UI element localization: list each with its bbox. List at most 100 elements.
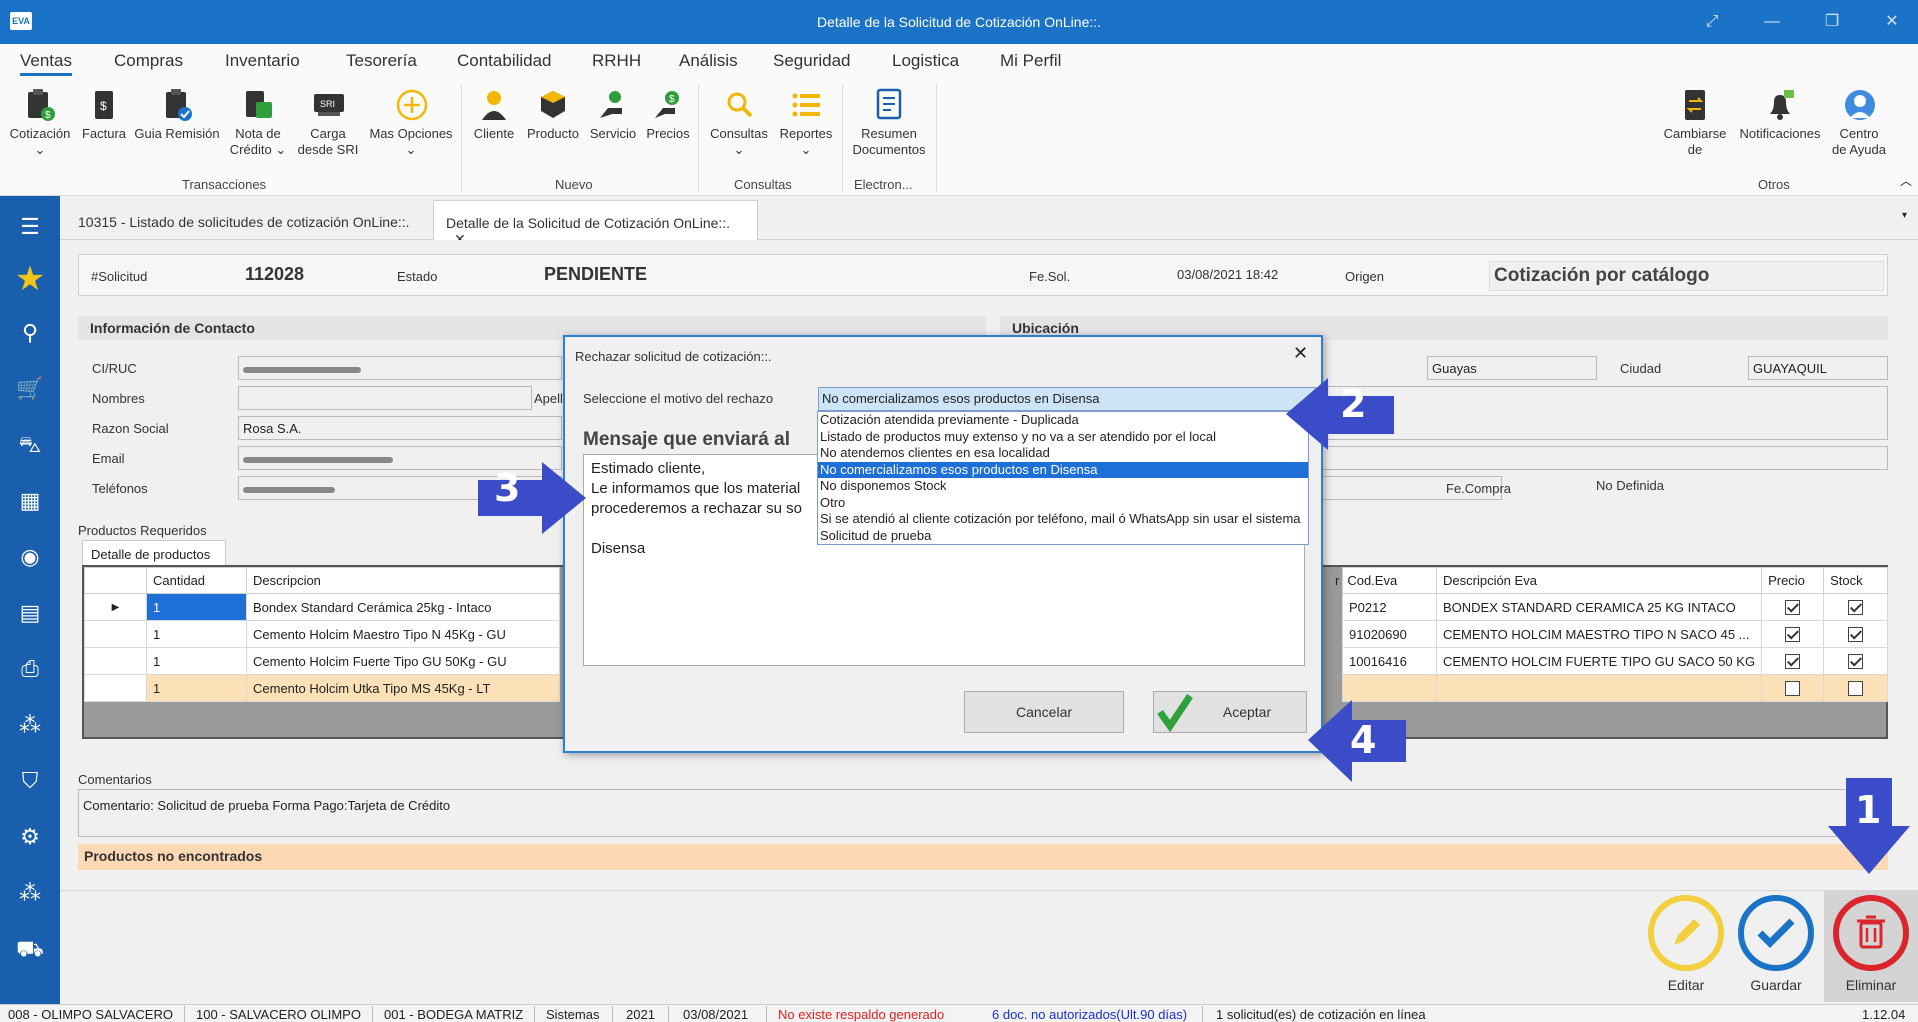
col-descripcion-eva[interactable]: Descripción Eva <box>1435 567 1763 594</box>
cell-cod[interactable]: P0212 <box>1342 593 1437 621</box>
money-icon[interactable]: ◉ <box>12 540 48 574</box>
cell-descripcion[interactable]: Cemento Holcim Maestro Tipo N 45Kg - GU <box>246 620 560 648</box>
stock-checkbox[interactable] <box>1848 600 1864 616</box>
hamburger-menu-icon[interactable]: ☰ <box>12 210 48 244</box>
cash-register-icon[interactable]: ⎙ <box>12 652 48 686</box>
cell-desc-eva[interactable]: CEMENTO HOLCIM MAESTRO TIPO N SACO 45 ..… <box>1435 620 1763 648</box>
menu-rrhh[interactable]: RRHH <box>592 51 641 71</box>
table-row[interactable] <box>1342 674 1888 702</box>
motivo-select[interactable]: No comercializamos esos productos en Dis… <box>818 387 1316 411</box>
cell-descripcion[interactable]: Cemento Holcim Fuerte Tipo GU 50Kg - GU <box>246 647 560 675</box>
eliminar-button[interactable]: Eliminar <box>1824 895 1918 993</box>
basket-icon[interactable]: ⛍ <box>12 428 48 462</box>
motivo-option[interactable]: Solicitud de prueba <box>818 528 1308 545</box>
resumen-documentos-button[interactable]: Resumen Documentos <box>848 88 930 158</box>
stock-checkbox[interactable] <box>1848 654 1864 670</box>
precio-checkbox[interactable] <box>1785 600 1801 616</box>
network-icon[interactable]: ⁂ <box>12 876 48 910</box>
motivo-option-selected[interactable]: No comercializamos esos productos en Dis… <box>818 461 1308 478</box>
table-row[interactable]: P0212 BONDEX STANDARD CERAMICA 25 KG INTA… <box>1342 593 1888 621</box>
cancelar-button[interactable]: Cancelar <box>964 691 1124 733</box>
cliente-button[interactable]: Cliente <box>466 88 522 142</box>
cell-desc-eva[interactable]: CEMENTO HOLCIM FUERTE TIPO GU SACO 50 KG <box>1435 647 1763 675</box>
menu-seguridad[interactable]: Seguridad <box>773 51 851 71</box>
money-search-icon[interactable]: ⚲ <box>12 316 48 350</box>
close-window-button[interactable]: ✕ <box>1872 10 1912 34</box>
table-row[interactable]: 1 Cemento Holcim Fuerte Tipo GU 50Kg - GU <box>84 647 560 675</box>
menu-contabilidad[interactable]: Contabilidad <box>457 51 552 71</box>
motivo-option[interactable]: Otro <box>818 495 1308 512</box>
tab-listado[interactable]: 10315 - Listado de solicitudes de cotiza… <box>66 200 436 240</box>
tabs-dropdown-icon[interactable]: ▾ <box>1902 210 1907 221</box>
motivo-option[interactable]: No disponemos Stock <box>818 478 1308 495</box>
dialog-close-icon[interactable]: ✕ <box>1293 343 1308 364</box>
cell-desc-eva[interactable] <box>1435 674 1763 702</box>
table-row[interactable]: ▶ 1 Bondex Standard Cerámica 25kg - Intaco <box>84 593 560 621</box>
comentarios-field[interactable]: Comentario: Solicitud de prueba Forma Pa… <box>78 789 1888 837</box>
table-row[interactable]: 1 Cemento Holcim Maestro Tipo N 45Kg - GU <box>84 620 560 648</box>
menu-analisis[interactable]: Análisis <box>679 51 738 71</box>
consultas-button[interactable]: Consultas ⌄ <box>704 88 774 158</box>
status-no-autorizados[interactable]: 6 doc. no autorizados(Ult.90 días) <box>992 1007 1187 1022</box>
cell-cod[interactable]: 91020690 <box>1342 620 1437 648</box>
settings-hand-icon[interactable]: ⚙ <box>12 820 48 854</box>
calculator2-icon[interactable]: ▤ <box>12 596 48 630</box>
col-precio[interactable]: Precio <box>1761 567 1825 594</box>
menu-inventario[interactable]: Inventario <box>225 51 300 71</box>
cotizacion-button[interactable]: $ Cotización ⌄ <box>6 88 74 158</box>
table-row[interactable]: 1 Cemento Holcim Utka Tipo MS 45Kg - LT <box>84 674 560 702</box>
status-solicitudes[interactable]: 1 solicitud(es) de cotización en línea <box>1216 1007 1426 1022</box>
fullscreen-icon[interactable]: ⤢ <box>1692 10 1732 34</box>
motivo-option[interactable]: Cotización atendida previamente - Duplic… <box>818 412 1308 429</box>
menu-logistica[interactable]: Logistica <box>892 51 959 71</box>
factura-button[interactable]: $ Factura <box>76 88 132 142</box>
nota-credito-button[interactable]: Nota de Crédito ⌄ <box>222 88 294 158</box>
table-row[interactable]: 10016416 CEMENTO HOLCIM FUERTE TIPO GU SA… <box>1342 647 1888 675</box>
delivery-truck-icon[interactable]: ⛟ <box>12 932 48 966</box>
mas-opciones-button[interactable]: Mas Opciones ⌄ <box>366 88 456 158</box>
cambiarse-de-button[interactable]: Cambiarse de <box>1658 88 1732 158</box>
shield-icon[interactable]: ⛉ <box>12 764 48 798</box>
guardar-button[interactable]: Guardar <box>1730 895 1822 993</box>
status-respaldo[interactable]: No existe respaldo generado <box>778 1007 944 1022</box>
motivo-option[interactable]: Si se atendió al cliente cotización por … <box>818 511 1308 528</box>
motivo-option[interactable]: No atendemos clientes en esa localidad <box>818 445 1308 462</box>
org-chart-icon[interactable]: ⁂ <box>12 708 48 742</box>
col-stock[interactable]: Stock <box>1823 567 1888 594</box>
menu-mi-perfil[interactable]: Mi Perfil <box>1000 51 1061 71</box>
cell-cantidad[interactable]: 1 <box>146 674 247 702</box>
centro-ayuda-button[interactable]: Centro de Ayuda <box>1826 88 1892 158</box>
tab-detalle[interactable]: Detalle de la Solicitud de Cotización On… <box>433 200 758 247</box>
tab-detalle-productos[interactable]: Detalle de productos <box>82 540 226 566</box>
menu-compras[interactable]: Compras <box>114 51 183 71</box>
calculator-icon[interactable]: ▦ <box>12 484 48 518</box>
stock-checkbox[interactable] <box>1848 627 1864 643</box>
col-cantidad[interactable]: Cantidad <box>146 567 247 594</box>
carga-sri-button[interactable]: SRI Carga desde SRI <box>292 88 364 158</box>
menu-tesoreria[interactable]: Tesorería <box>346 51 417 71</box>
star-icon[interactable]: ★ <box>12 262 48 296</box>
guia-remision-button[interactable]: Guia Remisión <box>134 88 220 142</box>
collapse-ribbon-icon[interactable]: ︿ <box>1900 172 1912 189</box>
notificaciones-button[interactable]: Notificaciones <box>1732 88 1828 142</box>
precios-button[interactable]: $ Precios <box>642 88 694 142</box>
stock-checkbox[interactable] <box>1848 681 1864 697</box>
servicio-button[interactable]: Servicio <box>584 88 642 142</box>
cell-cantidad[interactable]: 1 <box>146 620 247 648</box>
reportes-button[interactable]: Reportes ⌄ <box>774 88 838 158</box>
cell-cantidad[interactable]: 1 <box>146 647 247 675</box>
cell-desc-eva[interactable]: BONDEX STANDARD CERAMICA 25 KG INTACO <box>1435 593 1763 621</box>
aceptar-button[interactable]: Aceptar <box>1153 691 1307 733</box>
precio-checkbox[interactable] <box>1785 627 1801 643</box>
editar-button[interactable]: Editar <box>1640 895 1732 993</box>
cart-icon[interactable]: 🛒 <box>12 372 48 406</box>
col-descripcion[interactable]: Descripcion <box>246 567 560 594</box>
cell-descripcion[interactable]: Bondex Standard Cerámica 25kg - Intaco <box>246 593 560 621</box>
motivo-option[interactable]: Listado de productos muy extenso y no va… <box>818 429 1308 446</box>
precio-checkbox[interactable] <box>1785 654 1801 670</box>
restore-button[interactable]: ❐ <box>1812 10 1852 34</box>
cell-cod[interactable]: 10016416 <box>1342 647 1437 675</box>
cell-descripcion[interactable]: Cemento Holcim Utka Tipo MS 45Kg - LT <box>246 674 560 702</box>
minimize-button[interactable]: — <box>1752 10 1792 34</box>
table-row[interactable]: 91020690 CEMENTO HOLCIM MAESTRO TIPO N SA… <box>1342 620 1888 648</box>
